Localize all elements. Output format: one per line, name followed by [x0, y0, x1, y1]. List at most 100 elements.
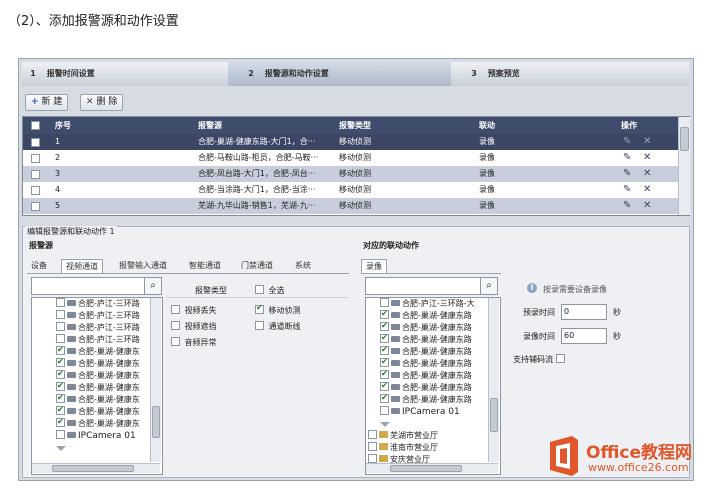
delete-icon[interactable]: ✕ [643, 150, 651, 166]
wizard-step-2[interactable]: 2 报警源和动作设置 [228, 62, 451, 86]
chevron-down-icon[interactable] [380, 422, 390, 427]
checkbox[interactable] [255, 321, 264, 330]
checkbox[interactable] [56, 368, 65, 380]
delete-icon[interactable]: ✕ [643, 182, 651, 198]
list-item[interactable]: 合肥-巢湖-健康东 [56, 416, 140, 430]
tab-video-channel[interactable]: 视频通道 [61, 259, 103, 274]
checkbox[interactable] [56, 334, 65, 343]
list-item[interactable]: 合肥-巢湖-健康东 [56, 344, 140, 358]
checkbox[interactable] [380, 368, 389, 380]
table-row[interactable]: 1 合肥-巢湖-健康东路-大门1，合··· 移动侦测 录像 ✎ ✕ [23, 134, 678, 150]
checkbox[interactable] [56, 430, 65, 439]
list-item[interactable]: 合肥-巢湖-健康东 [56, 380, 140, 394]
wizard-step-3[interactable]: 3 预案预览 [451, 62, 689, 86]
edit-icon[interactable]: ✎ [623, 150, 631, 166]
edit-icon[interactable]: ✎ [623, 182, 631, 198]
row-checkbox[interactable] [31, 170, 40, 179]
checkbox[interactable] [380, 406, 389, 415]
checkbox[interactable] [380, 356, 389, 368]
list-item[interactable]: 合肥-巢湖-健康东路 [380, 380, 472, 394]
checkbox[interactable] [171, 337, 180, 346]
list-item[interactable]: 合肥-巢湖-健康东 [56, 392, 140, 406]
checkbox[interactable] [368, 454, 377, 463]
list-item[interactable]: IPCamera 01 [380, 406, 460, 418]
channel-list-vscroll[interactable] [150, 298, 161, 462]
scroll-thumb[interactable] [52, 465, 134, 472]
list-item[interactable]: 合肥-庐江-三环路 [56, 298, 140, 310]
list-item[interactable]: 合肥-巢湖-健康东路 [380, 392, 472, 406]
select-all-option[interactable]: 全选 [255, 285, 285, 296]
checkbox[interactable] [171, 305, 180, 314]
checkbox[interactable] [56, 416, 65, 428]
delete-icon[interactable]: ✕ [643, 198, 651, 214]
scroll-thumb[interactable] [680, 127, 689, 151]
alarm-type-option[interactable]: 音频异常 [171, 337, 217, 348]
delete-icon[interactable]: ✕ [643, 134, 651, 150]
table-row[interactable]: 4 合肥-当涂路-大门1，合肥-当涂··· 移动侦测 录像 ✎ ✕ [23, 182, 678, 198]
checkbox[interactable] [56, 344, 65, 356]
tab-access-channel[interactable]: 门禁通道 [237, 259, 277, 273]
scroll-thumb[interactable] [490, 398, 498, 432]
checkbox[interactable] [56, 404, 65, 416]
alarm-type-option[interactable]: 视频遮挡 [171, 321, 217, 332]
list-item[interactable]: 合肥-巢湖-健康东路 [380, 368, 472, 382]
edit-icon[interactable]: ✎ [623, 198, 631, 214]
list-item[interactable]: 合肥-巢湖-健康东路 [380, 308, 472, 322]
tab-record[interactable]: 录像 [361, 259, 387, 274]
row-checkbox[interactable] [31, 186, 40, 195]
checkbox[interactable] [380, 392, 389, 404]
list-item[interactable]: 合肥-巢湖-健康东 [56, 368, 140, 382]
checkbox[interactable] [56, 392, 65, 404]
list-item[interactable]: 合肥-庐江-三环路 [56, 322, 140, 334]
record-input[interactable]: 60 [561, 328, 607, 344]
checkbox[interactable] [56, 298, 65, 307]
list-item[interactable]: 合肥-庐江-三环路-大 [380, 298, 475, 310]
search-icon[interactable]: ⌕ [144, 277, 162, 295]
list-item[interactable]: 合肥-庐江-三环路 [56, 310, 140, 322]
list-item[interactable]: 芜湖市营业厅 [368, 430, 438, 442]
search-icon[interactable]: ⌕ [480, 277, 498, 295]
delete-icon[interactable]: ✕ [643, 166, 651, 182]
checkbox[interactable] [555, 354, 565, 363]
list-item[interactable]: 合肥-庐江-三环路 [56, 334, 140, 346]
checkbox[interactable] [380, 380, 389, 392]
edit-icon[interactable]: ✎ [623, 166, 631, 182]
scroll-thumb[interactable] [390, 465, 462, 472]
linkage-search-input[interactable] [365, 277, 481, 295]
checkbox[interactable] [56, 310, 65, 319]
table-row[interactable]: 3 合肥-凤台路-大门1，合肥-凤台··· 移动侦测 录像 ✎ ✕ [23, 166, 678, 182]
sub-stream-option[interactable]: 支持辅码流 [513, 354, 567, 365]
list-item[interactable]: 合肥-巢湖-健康东路 [380, 332, 472, 346]
channel-list-hscroll[interactable] [32, 463, 160, 473]
checkbox[interactable] [380, 298, 389, 307]
alarm-type-option[interactable]: 通道断线 [255, 321, 301, 332]
new-button[interactable]: + 新 建 [25, 94, 69, 111]
chevron-down-icon[interactable] [56, 446, 66, 451]
checkbox[interactable] [255, 285, 264, 294]
list-item[interactable]: 淮南市营业厅 [368, 442, 438, 454]
list-item[interactable]: 合肥-巢湖-健康东路 [380, 320, 472, 334]
row-checkbox[interactable] [31, 202, 40, 211]
wizard-step-1[interactable]: 1 报警时间设置 [22, 62, 228, 86]
edit-icon[interactable]: ✎ [623, 134, 631, 150]
list-item[interactable]: 合肥-巢湖-健康东 [56, 356, 140, 370]
list-item[interactable]: IPCamera 01 [56, 430, 136, 442]
list-item[interactable]: 合肥-巢湖-健康东 [56, 404, 140, 418]
checkbox[interactable] [380, 344, 389, 356]
scroll-thumb[interactable] [152, 406, 160, 438]
tab-system[interactable]: 系统 [291, 259, 315, 273]
tab-alarm-input[interactable]: 报警输入通道 [115, 259, 171, 273]
checkbox[interactable] [380, 308, 389, 320]
table-row[interactable]: 5 芜湖-九华山路-销售1，芜湖-九··· 移动侦测 录像 ✎ ✕ [23, 198, 678, 214]
checkbox[interactable] [171, 321, 180, 330]
row-checkbox[interactable] [31, 154, 40, 163]
row-checkbox[interactable] [31, 138, 40, 147]
list-item[interactable]: 合肥-巢湖-健康东路 [380, 344, 472, 358]
table-row[interactable]: 2 合肥-马鞍山路-柜员，合肥-马鞍··· 移动侦测 录像 ✎ ✕ [23, 150, 678, 166]
pre-record-input[interactable]: 0 [561, 304, 607, 320]
linkage-list-vscroll[interactable] [488, 298, 499, 462]
checkbox[interactable] [56, 356, 65, 368]
checkbox[interactable] [255, 303, 264, 314]
linkage-list-hscroll[interactable] [366, 463, 498, 473]
channel-search-input[interactable] [31, 277, 145, 295]
